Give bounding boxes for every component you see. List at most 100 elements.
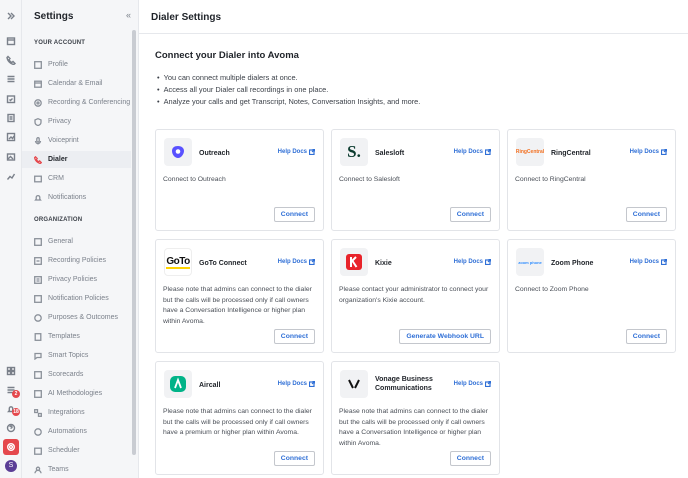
sidebar-item-calendar[interactable]: Calendar & Email bbox=[22, 75, 131, 92]
card-description: Connect to Zoom Phone bbox=[515, 286, 589, 293]
card-description: Please note that admins can connect to t… bbox=[163, 286, 312, 325]
zoom-phone-logo: zoom phone bbox=[516, 248, 544, 276]
image-icon[interactable] bbox=[3, 150, 19, 164]
sidebar-item-scorecards[interactable]: Scorecards bbox=[22, 366, 131, 383]
dialer-card-outreach: Outreach Help Docs Connect to Outreach C… bbox=[155, 129, 324, 231]
sidebar-item-templates[interactable]: Templates bbox=[22, 328, 131, 345]
sidebar-item-privacy-policies[interactable]: Privacy Policies bbox=[22, 271, 131, 288]
aircall-logo bbox=[164, 370, 192, 398]
card-description: Please note that admins can connect to t… bbox=[163, 408, 312, 436]
sidebar-title: Settings bbox=[34, 11, 74, 22]
intro-title: Connect your Dialer into Avoma bbox=[155, 50, 299, 61]
page-header: Dialer Settings bbox=[139, 0, 688, 34]
connect-button[interactable]: Connect bbox=[625, 207, 667, 222]
dialer-card-aircall: Aircall Help Docs Please note that admin… bbox=[155, 361, 324, 475]
help-icon[interactable] bbox=[3, 421, 19, 435]
settings-sidebar: Settings « YOUR ACCOUNT Profile Calendar… bbox=[22, 0, 139, 478]
dialer-card-goto-connect: GoTo GoTo Connect Help Docs Please note … bbox=[155, 239, 324, 353]
sidebar-item-profile[interactable]: Profile bbox=[22, 56, 131, 73]
dialer-card-salesloft: S. Salesloft Help Docs Connect to Salesl… bbox=[331, 129, 500, 231]
card-description: Connect to Outreach bbox=[163, 176, 226, 183]
sidebar-item-privacy[interactable]: Privacy bbox=[22, 113, 131, 130]
help-docs-link[interactable]: Help Docs bbox=[454, 381, 491, 387]
sidebar-item-smart-topics[interactable]: Smart Topics bbox=[22, 347, 131, 364]
salesloft-logo: S. bbox=[340, 138, 368, 166]
sidebar-item-automations[interactable]: Automations bbox=[22, 423, 131, 440]
collapse-icon[interactable]: « bbox=[126, 10, 131, 20]
card-name: RingCentral bbox=[551, 150, 591, 157]
apps-icon[interactable] bbox=[3, 364, 19, 378]
sidebar-item-purposes[interactable]: Purposes & Outcomes bbox=[22, 309, 131, 326]
kixie-logo bbox=[340, 248, 368, 276]
help-docs-link[interactable]: Help Docs bbox=[454, 149, 491, 155]
help-docs-link[interactable]: Help Docs bbox=[278, 259, 315, 265]
external-link-icon bbox=[485, 381, 491, 387]
help-docs-link[interactable]: Help Docs bbox=[630, 149, 667, 155]
phone-icon[interactable] bbox=[3, 53, 19, 67]
card-name: GoTo Connect bbox=[199, 260, 247, 267]
intro-bullets: You can connect multiple dialers at once… bbox=[157, 72, 421, 108]
card-name: Salesloft bbox=[375, 150, 405, 157]
bullet-item: Analyze your calls and get Transcript, N… bbox=[157, 96, 421, 108]
sidebar-item-integrations[interactable]: Integrations bbox=[22, 404, 131, 421]
card-description: Please contact your administrator to con… bbox=[339, 286, 489, 304]
sidebar-item-notifications[interactable]: Notifications bbox=[22, 189, 131, 206]
section-your-account: YOUR ACCOUNT bbox=[34, 40, 86, 46]
sidebar-item-recording[interactable]: Recording & Conferencing bbox=[22, 94, 131, 111]
generate-webhook-button[interactable]: Generate Webhook URL bbox=[399, 329, 491, 344]
card-description: Please note that admins can connect to t… bbox=[339, 408, 488, 447]
sidebar-item-notification-policies[interactable]: Notification Policies bbox=[22, 290, 131, 307]
card-name: Kixie bbox=[375, 260, 392, 267]
calendar-check-icon[interactable] bbox=[3, 92, 19, 106]
card-name: Outreach bbox=[199, 150, 230, 157]
card-description: Connect to RingCentral bbox=[515, 176, 586, 183]
icon-rail: 2 18 S bbox=[0, 0, 22, 478]
sidebar-item-recording-policies[interactable]: Recording Policies bbox=[22, 252, 131, 269]
document-icon[interactable] bbox=[3, 111, 19, 125]
connect-button[interactable]: Connect bbox=[449, 451, 491, 466]
help-docs-link[interactable]: Help Docs bbox=[278, 149, 315, 155]
bullet-item: Access all your Dialer call recordings i… bbox=[157, 84, 420, 96]
card-name: Aircall bbox=[199, 382, 221, 389]
analytics-icon[interactable] bbox=[3, 169, 19, 183]
sidebar-item-crm[interactable]: CRM bbox=[22, 170, 131, 187]
bullet-item: You can connect multiple dialers at once… bbox=[157, 72, 420, 84]
help-docs-link[interactable]: Help Docs bbox=[630, 259, 667, 265]
external-link-icon bbox=[485, 149, 491, 155]
tasks-badge: 2 bbox=[12, 390, 20, 398]
page-title: Dialer Settings bbox=[151, 12, 222, 23]
external-link-icon bbox=[309, 259, 315, 265]
dialer-card-vonage: Vonage Business Communications Help Docs… bbox=[331, 361, 500, 475]
settings-icon[interactable] bbox=[3, 439, 19, 455]
goto-logo: GoTo bbox=[164, 248, 192, 276]
chart-icon[interactable] bbox=[3, 130, 19, 144]
expand-icon[interactable] bbox=[3, 9, 19, 23]
dialer-card-zoom-phone: zoom phone Zoom Phone Help Docs Connect … bbox=[507, 239, 676, 353]
vonage-logo bbox=[340, 370, 368, 398]
card-name: Zoom Phone bbox=[551, 260, 594, 267]
calendar-icon[interactable] bbox=[3, 34, 19, 48]
connect-button[interactable]: Connect bbox=[273, 451, 315, 466]
card-name: Vonage Business Communications bbox=[375, 376, 433, 392]
sidebar-item-teams[interactable]: Teams bbox=[22, 461, 131, 478]
sidebar-item-voiceprint[interactable]: Voiceprint bbox=[22, 132, 131, 149]
main-content: Dialer Settings Connect your Dialer into… bbox=[139, 0, 688, 478]
external-link-icon bbox=[661, 259, 667, 265]
external-link-icon bbox=[661, 149, 667, 155]
list-icon[interactable] bbox=[3, 72, 19, 86]
help-docs-link[interactable]: Help Docs bbox=[278, 381, 315, 387]
connect-button[interactable]: Connect bbox=[625, 329, 667, 344]
sidebar-item-ai-methodologies[interactable]: AI Methodologies bbox=[22, 385, 131, 402]
help-docs-link[interactable]: Help Docs bbox=[454, 259, 491, 265]
sidebar-item-general[interactable]: General bbox=[22, 233, 131, 250]
connect-button[interactable]: Connect bbox=[449, 207, 491, 222]
sidebar-item-scheduler[interactable]: Scheduler bbox=[22, 442, 131, 459]
connect-button[interactable]: Connect bbox=[273, 207, 315, 222]
external-link-icon bbox=[309, 381, 315, 387]
sidebar-scrollbar[interactable] bbox=[132, 30, 136, 455]
dialer-card-ringcentral: RingCentral RingCentral Help Docs Connec… bbox=[507, 129, 676, 231]
external-link-icon bbox=[309, 149, 315, 155]
connect-button[interactable]: Connect bbox=[273, 329, 315, 344]
sidebar-item-dialer[interactable]: Dialer bbox=[22, 151, 131, 168]
avatar[interactable]: S bbox=[5, 460, 17, 472]
